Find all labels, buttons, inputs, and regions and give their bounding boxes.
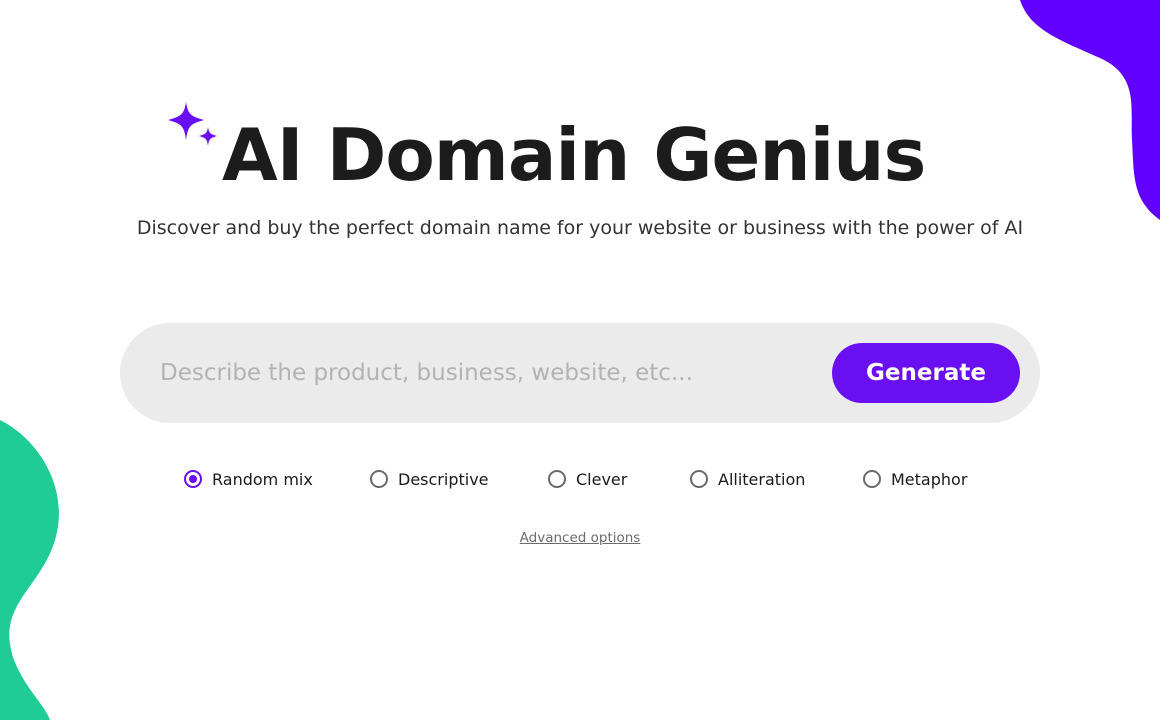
decorative-green-blob xyxy=(0,420,59,720)
advanced-options-link[interactable]: Advanced options xyxy=(0,530,1160,546)
radio-label: Alliteration xyxy=(718,469,806,489)
radio-option-alliteration[interactable]: Alliteration xyxy=(690,468,805,490)
page-subtitle: Discover and buy the perfect domain name… xyxy=(136,217,1024,239)
radio-label: Descriptive xyxy=(398,469,489,489)
search-bar: Generate xyxy=(120,323,1040,423)
radio-label: Clever xyxy=(576,469,628,489)
radio-selected-icon[interactable] xyxy=(184,470,202,488)
radio-label: Random mix xyxy=(212,469,313,489)
decorative-purple-blob xyxy=(1020,0,1160,220)
radio-option-descriptive[interactable]: Descriptive xyxy=(370,468,489,490)
radio-unselected-icon[interactable] xyxy=(690,470,708,488)
radio-unselected-icon[interactable] xyxy=(863,470,881,488)
radio-option-random-mix[interactable]: Random mix xyxy=(184,468,313,490)
radio-option-clever[interactable]: Clever xyxy=(548,468,627,490)
radio-unselected-icon[interactable] xyxy=(548,470,566,488)
generate-button[interactable]: Generate xyxy=(832,343,1020,403)
radio-unselected-icon[interactable] xyxy=(370,470,388,488)
sparkle-icon xyxy=(168,102,217,146)
search-input[interactable] xyxy=(160,348,810,398)
radio-label: Metaphor xyxy=(891,469,968,489)
radio-option-metaphor[interactable]: Metaphor xyxy=(863,468,967,490)
page-title: AI Domain Genius xyxy=(222,113,926,197)
